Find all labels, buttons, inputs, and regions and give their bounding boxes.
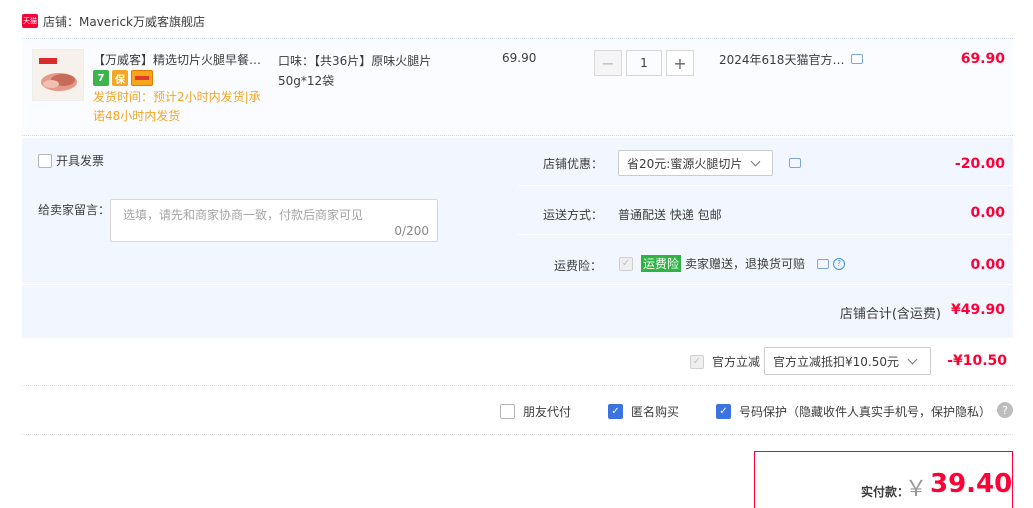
official-discount-amount: -¥10.50 (947, 353, 1007, 369)
chevron-down-icon (750, 156, 761, 166)
unit-price: 69.90 (502, 51, 537, 65)
order-item-row: 【万威客】精选切片火腿早餐三明治 7 保 发货时间：预计2小时内发货|承诺48小… (22, 38, 1013, 136)
official-discount-row: ✓ 官方立减 官方立减抵扣¥10.50元 -¥10.50 (22, 338, 1013, 386)
friend-pay-checkbox[interactable] (500, 404, 515, 419)
discount-select[interactable]: 省20元:蜜源火腿切片 (618, 150, 773, 176)
official-discount-option[interactable]: ✓ 官方立减 (690, 353, 760, 370)
discount-label: 店铺优惠： (543, 157, 604, 171)
phone-protect-label: 号码保护（隐藏收件人真实手机号，保护隐私） (739, 405, 992, 419)
payment-summary: 实付款： ￥ 39.40 (754, 451, 1013, 508)
insurance-tag: 运费险 (641, 255, 682, 272)
store-header: 天猫 店铺：Maverick万威客旗舰店 (22, 12, 205, 30)
chat-icon[interactable] (851, 54, 863, 64)
quantity-stepper: − 1 + (594, 50, 694, 76)
tmall-icon: 天猫 (22, 14, 38, 28)
product-thumbnail[interactable] (32, 49, 84, 101)
quantity-decrease-button[interactable]: − (594, 50, 622, 76)
item-subtotal: 69.90 (960, 51, 1005, 67)
quantity-increase-button[interactable]: + (666, 50, 694, 76)
currency-symbol: ￥ (905, 477, 928, 502)
friend-pay-label: 朋友代付 (523, 405, 572, 419)
options-right: 店铺优惠： 省20元:蜜源火腿切片 -20.00 运送方式： 普通配送 快递 包… (518, 138, 1013, 284)
payment-label: 实付款： (861, 485, 910, 499)
store-discount-row: 店铺优惠： 省20元:蜜源火腿切片 -20.00 (518, 138, 1013, 186)
shipping-amount: 0.00 (970, 205, 1005, 221)
chat-icon[interactable] (817, 258, 830, 269)
chat-icon[interactable] (789, 158, 801, 168)
store-total-label: 店铺合计(含运费) (839, 307, 941, 322)
options-left: 开具发票 给卖家留言： 选填，请先和商家协商一致，付款后商家可见 0/200 (22, 138, 516, 284)
friend-pay-option[interactable]: 朋友代付 (500, 403, 571, 420)
chevron-down-icon (907, 354, 918, 364)
message-label: 给卖家留言： (38, 203, 111, 217)
payment-amount: 39.40 (930, 469, 1013, 499)
insurance-label: 运费险： (554, 259, 603, 273)
guarantee-icon[interactable]: 保 (112, 70, 128, 86)
seven-day-return-icon[interactable]: 7 (93, 70, 109, 86)
anonymous-checkbox[interactable]: ✓ (608, 404, 623, 419)
shipping-insurance-row: 运费险： ✓ 运费险 卖家赠送，退换货可赔 ? 0.00 (518, 236, 1013, 284)
official-discount-checkbox[interactable]: ✓ (690, 354, 704, 369)
invoice-option[interactable]: 开具发票 (38, 152, 104, 169)
message-char-count: 0/200 (394, 224, 429, 238)
official-discount-value: 官方立减抵扣¥10.50元 (773, 354, 899, 369)
discount-select-value: 省20元:蜜源火腿切片 (627, 156, 743, 171)
insurance-checkbox[interactable]: ✓ (619, 256, 633, 271)
order-options-panel: 开具发票 给卖家留言： 选填，请先和商家协商一致，付款后商家可见 0/200 店… (22, 138, 1013, 338)
invoice-label: 开具发票 (56, 154, 105, 168)
product-sku: 口味：【共36片】原味火腿片50g*12袋 (278, 54, 432, 88)
message-textarea[interactable]: 选填，请先和商家协商一致，付款后商家可见 0/200 (110, 199, 438, 242)
anonymous-label: 匿名购买 (631, 405, 680, 419)
credit-card-icon[interactable] (131, 70, 153, 86)
promotion-text: 2024年618天猫官方立减 (719, 53, 845, 67)
official-discount-select[interactable]: 官方立减抵扣¥10.50元 (764, 347, 931, 375)
discount-amount: -20.00 (954, 156, 1005, 172)
insurance-amount: 0.00 (970, 257, 1005, 273)
phone-protect-option[interactable]: ✓ 号码保护（隐藏收件人真实手机号，保护隐私） (716, 403, 991, 420)
official-discount-label: 官方立减 (712, 355, 761, 369)
shipping-row: 运送方式： 普通配送 快递 包邮 0.00 (518, 187, 1013, 235)
anonymous-option[interactable]: ✓ 匿名购买 (608, 403, 679, 420)
phone-protect-checkbox[interactable]: ✓ (716, 404, 731, 419)
service-icons: 7 保 (93, 70, 153, 86)
product-title[interactable]: 【万威客】精选切片火腿早餐三明治 (93, 51, 273, 68)
insurance-detail: ✓ 运费险 卖家赠送，退换货可赔 ? (619, 255, 846, 272)
help-icon[interactable]: ? (997, 402, 1013, 418)
store-name[interactable]: 店铺：Maverick万威客旗舰店 (43, 13, 205, 30)
shipping-label: 运送方式： (543, 208, 604, 222)
quantity-input[interactable]: 1 (626, 50, 662, 76)
message-placeholder: 选填，请先和商家协商一致，付款后商家可见 (123, 208, 364, 222)
store-total-amount: ¥49.90 (950, 302, 1005, 318)
delivery-time: 发货时间：预计2小时内发货|承诺48小时内发货 (93, 90, 261, 123)
insurance-text: 卖家赠送，退换货可赔 (685, 257, 806, 271)
shipping-method: 普通配送 快递 包邮 (618, 208, 722, 222)
store-total-row: 店铺合计(含运费) ¥49.90 (22, 284, 1013, 338)
help-icon[interactable]: ? (833, 257, 846, 270)
extra-options-row: 朋友代付 ✓ 匿名购买 ✓ 号码保护（隐藏收件人真实手机号，保护隐私） ? (22, 387, 1013, 435)
invoice-checkbox[interactable] (38, 153, 52, 168)
